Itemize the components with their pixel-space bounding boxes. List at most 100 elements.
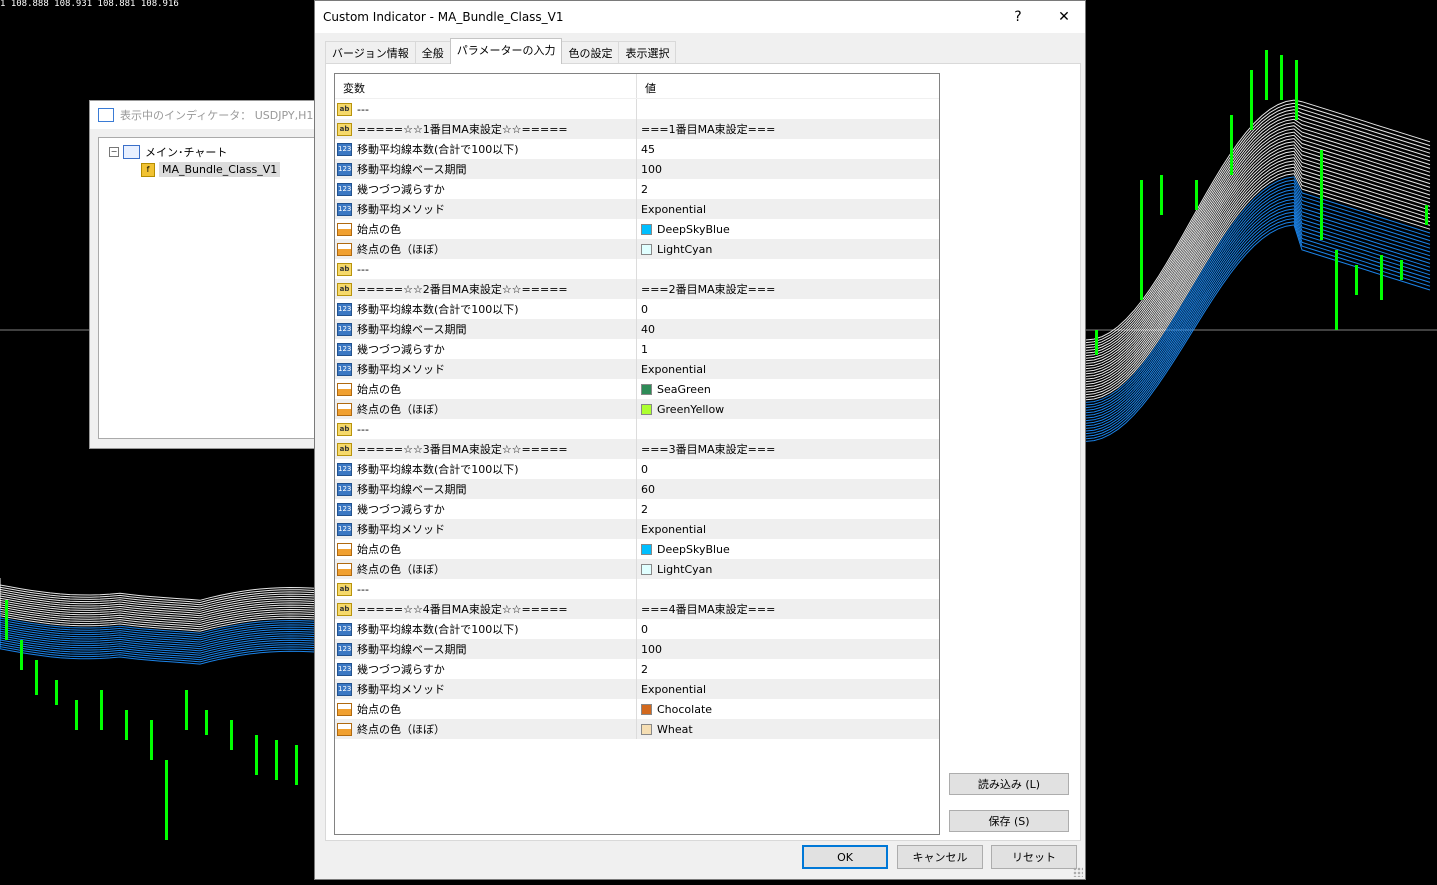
color-type-icon <box>337 402 352 416</box>
parameter-value-cell[interactable]: Exponential <box>637 359 939 379</box>
table-row[interactable]: 始点の色 DeepSkyBlue <box>335 219 939 239</box>
indicator-window-titlebar[interactable]: 表示中のインディケータ： USDJPY,H1 <box>90 101 320 129</box>
table-row[interactable]: ab =====☆☆3番目MA束設定☆☆===== ===3番目MA束設定=== <box>335 439 939 459</box>
table-row[interactable]: 123 移動平均線ベース期間 100 <box>335 639 939 659</box>
color-type-icon <box>337 562 352 576</box>
close-button[interactable]: ✕ <box>1041 1 1087 33</box>
parameter-value-cell[interactable]: 100 <box>637 639 939 659</box>
parameter-value-cell[interactable]: ===1番目MA束設定=== <box>637 119 939 139</box>
table-row[interactable]: 始点の色 Chocolate <box>335 699 939 719</box>
parameter-value-cell[interactable]: 0 <box>637 299 939 319</box>
string-type-icon: ab <box>337 282 352 296</box>
tab-colors[interactable]: 色の設定 <box>561 41 620 64</box>
parameter-value-cell[interactable] <box>637 419 939 439</box>
ok-button[interactable]: OK <box>802 845 888 869</box>
parameter-value-cell[interactable]: 2 <box>637 179 939 199</box>
table-row[interactable]: 123 移動平均線ベース期間 60 <box>335 479 939 499</box>
parameter-value-cell[interactable]: Exponential <box>637 679 939 699</box>
parameter-value: GreenYellow <box>657 402 725 416</box>
tab-visualization[interactable]: 表示選択 <box>618 41 677 64</box>
integer-type-icon: 123 <box>337 142 352 156</box>
parameter-value-cell[interactable]: Chocolate <box>637 699 939 719</box>
table-row[interactable]: 123 幾つづつ減らすか 2 <box>335 659 939 679</box>
parameter-value-cell[interactable]: 0 <box>637 619 939 639</box>
save-button[interactable]: 保存 (S) <box>949 810 1069 832</box>
tab-version-info[interactable]: バージョン情報 <box>325 41 416 64</box>
cancel-button[interactable]: キャンセル <box>897 845 983 869</box>
parameter-name: --- <box>357 262 369 276</box>
collapse-icon[interactable]: − <box>109 147 119 157</box>
header-variable[interactable]: 変数 <box>335 74 637 98</box>
table-row[interactable]: ab --- <box>335 579 939 599</box>
parameter-value-cell[interactable]: 100 <box>637 159 939 179</box>
table-row[interactable]: 123 幾つづつ減らすか 1 <box>335 339 939 359</box>
tree-node-indicator[interactable]: f MA_Bundle_Class_V1 <box>141 162 281 177</box>
candle <box>1160 175 1163 215</box>
parameter-value-cell[interactable]: LightCyan <box>637 239 939 259</box>
table-row[interactable]: 123 移動平均メソッド Exponential <box>335 199 939 219</box>
table-row[interactable]: ab --- <box>335 99 939 119</box>
parameter-value-cell[interactable]: 2 <box>637 499 939 519</box>
resize-grip-icon[interactable] <box>1073 867 1083 877</box>
table-row[interactable]: 123 移動平均メソッド Exponential <box>335 679 939 699</box>
parameter-value: DeepSkyBlue <box>657 542 730 556</box>
candle <box>125 710 128 740</box>
parameter-value-cell[interactable]: 0 <box>637 459 939 479</box>
parameter-value-cell[interactable]: 1 <box>637 339 939 359</box>
parameter-value-cell[interactable]: Wheat <box>637 719 939 739</box>
table-row[interactable]: 123 移動平均メソッド Exponential <box>335 359 939 379</box>
reset-button[interactable]: リセット <box>991 845 1077 869</box>
parameter-value: 0 <box>641 462 648 476</box>
parameter-value-cell[interactable]: DeepSkyBlue <box>637 539 939 559</box>
tab-general[interactable]: 全般 <box>414 41 451 64</box>
table-row[interactable]: 123 幾つづつ減らすか 2 <box>335 179 939 199</box>
help-button[interactable]: ? <box>995 1 1041 33</box>
parameter-value-cell[interactable]: Exponential <box>637 519 939 539</box>
table-row[interactable]: 123 移動平均メソッド Exponential <box>335 519 939 539</box>
parameter-value-cell[interactable]: ===2番目MA束設定=== <box>637 279 939 299</box>
table-row[interactable]: ab =====☆☆2番目MA束設定☆☆===== ===2番目MA束設定=== <box>335 279 939 299</box>
parameter-value-cell[interactable]: LightCyan <box>637 559 939 579</box>
table-row[interactable]: 123 移動平均線本数(合計で100以下) 0 <box>335 299 939 319</box>
tab-parameters[interactable]: パラメーターの入力 <box>449 38 563 64</box>
table-row[interactable]: 終点の色（ほぼ） Wheat <box>335 719 939 739</box>
candle <box>255 735 258 775</box>
parameter-value-cell[interactable]: 60 <box>637 479 939 499</box>
parameter-value-cell[interactable]: Exponential <box>637 199 939 219</box>
table-row[interactable]: ab --- <box>335 259 939 279</box>
parameter-value-cell[interactable]: DeepSkyBlue <box>637 219 939 239</box>
table-row[interactable]: ab =====☆☆1番目MA束設定☆☆===== ===1番目MA束設定=== <box>335 119 939 139</box>
parameter-name-cell: 123 移動平均線ベース期間 <box>335 639 637 659</box>
header-value[interactable]: 値 <box>637 74 656 98</box>
parameter-value-cell[interactable]: 2 <box>637 659 939 679</box>
table-row[interactable]: 123 幾つづつ減らすか 2 <box>335 499 939 519</box>
table-row[interactable]: ab --- <box>335 419 939 439</box>
load-button[interactable]: 読み込み (L) <box>949 773 1069 795</box>
parameter-value-cell[interactable]: ===4番目MA束設定=== <box>637 599 939 619</box>
parameter-value-cell[interactable] <box>637 99 939 119</box>
table-row[interactable]: 123 移動平均線本数(合計で100以下) 0 <box>335 619 939 639</box>
table-row[interactable]: 終点の色（ほぼ） LightCyan <box>335 239 939 259</box>
table-row[interactable]: ab =====☆☆4番目MA束設定☆☆===== ===4番目MA束設定=== <box>335 599 939 619</box>
parameter-value-cell[interactable]: ===3番目MA束設定=== <box>637 439 939 459</box>
table-row[interactable]: 終点の色（ほぼ） GreenYellow <box>335 399 939 419</box>
table-row[interactable]: 始点の色 SeaGreen <box>335 379 939 399</box>
parameter-value-cell[interactable] <box>637 259 939 279</box>
table-row[interactable]: 123 移動平均線ベース期間 100 <box>335 159 939 179</box>
parameter-value-cell[interactable]: SeaGreen <box>637 379 939 399</box>
parameter-value-cell[interactable]: 40 <box>637 319 939 339</box>
parameter-value: 0 <box>641 302 648 316</box>
color-type-icon <box>337 222 352 236</box>
table-row[interactable]: 123 移動平均線本数(合計で100以下) 45 <box>335 139 939 159</box>
dialog-titlebar[interactable]: Custom Indicator - MA_Bundle_Class_V1 ? … <box>315 1 1085 33</box>
parameter-value-cell[interactable]: GreenYellow <box>637 399 939 419</box>
table-row[interactable]: 始点の色 DeepSkyBlue <box>335 539 939 559</box>
parameter-value-cell[interactable]: 45 <box>637 139 939 159</box>
parameter-name-cell: 123 幾つづつ減らすか <box>335 659 637 679</box>
tree-node-main-chart[interactable]: − メイン･チャート <box>109 144 227 160</box>
table-row[interactable]: 123 移動平均線ベース期間 40 <box>335 319 939 339</box>
table-row[interactable]: 123 移動平均線本数(合計で100以下) 0 <box>335 459 939 479</box>
table-row[interactable]: 終点の色（ほぼ） LightCyan <box>335 559 939 579</box>
parameter-value-cell[interactable] <box>637 579 939 599</box>
candle <box>1280 55 1283 100</box>
